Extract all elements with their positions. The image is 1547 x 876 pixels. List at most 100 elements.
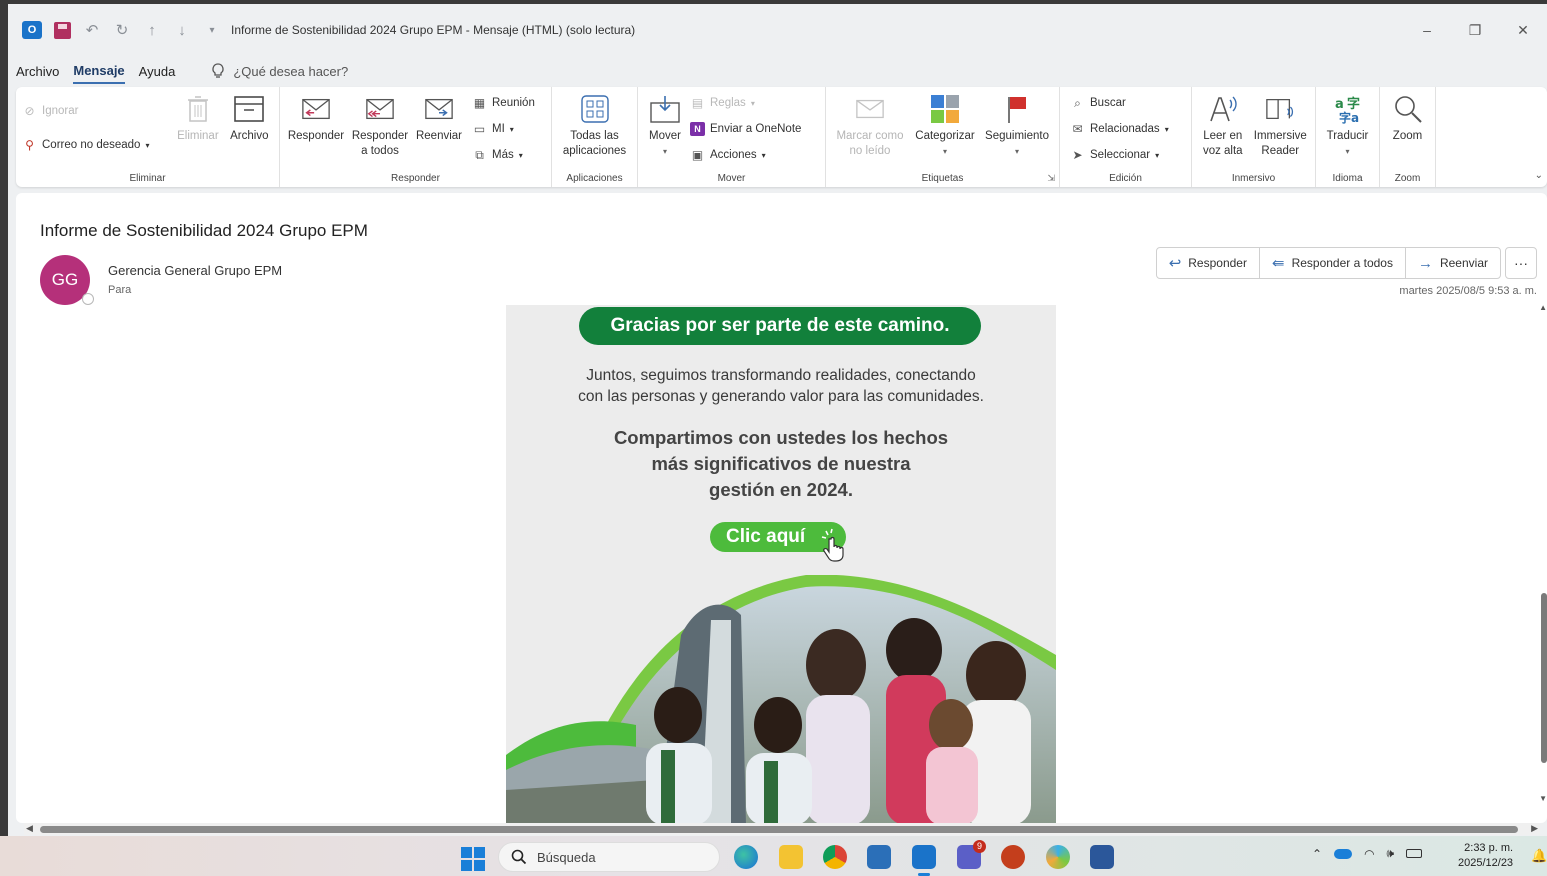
select-button[interactable]: ➤ Seleccionar ▾ (1070, 145, 1169, 165)
mark-unread-button[interactable]: Marcar como no leído (832, 91, 908, 169)
menu-mensaje[interactable]: Mensaje (73, 59, 125, 84)
onedrive-icon[interactable] (1334, 848, 1353, 859)
all-apps-button[interactable]: Todas las aplicaciones (558, 91, 631, 169)
scroll-right-icon[interactable]: ▶ (1531, 823, 1538, 834)
taskbar-search[interactable]: Búsqueda (498, 842, 720, 872)
reply-all-action-button[interactable]: ⇚ Responder a todos (1260, 248, 1406, 278)
horizontal-scroll-thumb[interactable] (40, 826, 1518, 833)
redo-icon[interactable]: ↻ (113, 21, 131, 39)
im-button[interactable]: ▭ MI ▾ (472, 119, 535, 139)
horizontal-scrollbar[interactable]: ◀ ▶ (24, 823, 1540, 835)
meeting-button[interactable]: ▦ Reunión (472, 93, 535, 113)
ribbon-collapse-icon[interactable]: ⌄ (1535, 170, 1543, 181)
menu-archivo[interactable]: Archivo (16, 60, 59, 83)
tell-me-label: ¿Qué desea hacer? (233, 63, 349, 79)
junk-button[interactable]: ⚲ Correo no deseado ▾ (22, 135, 170, 155)
tell-me-search[interactable]: ¿Qué desea hacer? (211, 63, 348, 79)
archive-button[interactable]: Archivo (226, 91, 273, 169)
scroll-up-icon[interactable]: ▲ (1539, 303, 1547, 312)
ignore-button[interactable]: ⊘ Ignorar (22, 101, 170, 121)
more-respond-button[interactable]: ⧉ Más ▾ (472, 145, 535, 165)
group-label-aplicaciones: Aplicaciones (566, 173, 623, 184)
ribbon-group-edicion: ⌕ Buscar ✉ Relacionadas ▾ ➤ Seleccionar … (1060, 87, 1192, 187)
mark-unread-label-2: no leído (849, 145, 891, 157)
immersive-reader-button[interactable]: Immersive Reader (1252, 91, 1309, 169)
chrome-icon[interactable] (823, 845, 847, 869)
windows-start-icon[interactable] (461, 847, 485, 871)
apps-grid-icon (580, 94, 610, 124)
ribbon-group-inmersivo: Leer en voz alta Immersive Reader Inmers… (1192, 87, 1316, 187)
file-explorer-icon[interactable] (779, 845, 803, 869)
rules-button[interactable]: ▤ Reglas ▾ (690, 93, 801, 113)
customize-toolbar-icon[interactable]: ▾ (203, 21, 221, 39)
teams-icon[interactable]: 9 (957, 840, 986, 869)
more-respond-label: Más (492, 149, 514, 161)
message-subject: Informe de Sostenibilidad 2024 Grupo EPM (40, 221, 368, 240)
vertical-scroll-thumb[interactable] (1541, 593, 1547, 763)
forward-button[interactable]: Reenviar (414, 91, 464, 169)
menu-ayuda[interactable]: Ayuda (139, 60, 176, 83)
scroll-left-icon[interactable]: ◀ (26, 823, 33, 834)
minimize-button[interactable]: – (1403, 22, 1451, 38)
read-aloud-label-2: voz alta (1202, 145, 1243, 157)
edge-icon[interactable] (734, 845, 758, 869)
move-button[interactable]: Mover ▾ (644, 91, 686, 169)
chevron-up-icon[interactable]: ⌃ (1312, 847, 1322, 861)
volume-icon[interactable]: 🕪 (1387, 846, 1395, 861)
search-icon (511, 849, 527, 865)
save-icon[interactable] (54, 21, 71, 39)
trash-icon (183, 94, 213, 124)
scroll-down-icon[interactable]: ▼ (1539, 794, 1547, 803)
archive-icon (234, 94, 265, 124)
chevron-down-icon: ▾ (750, 98, 755, 108)
forward-action-button[interactable]: → Reenviar (1406, 248, 1500, 278)
rules-label: Reglas (710, 97, 746, 109)
close-button[interactable]: ✕ (1499, 22, 1547, 39)
read-aloud-button[interactable]: Leer en voz alta (1198, 91, 1248, 169)
battery-icon[interactable] (1406, 849, 1423, 858)
reply-all-button[interactable]: Responder a todos (350, 91, 410, 169)
reply-button[interactable]: Responder (286, 91, 346, 169)
select-label: Seleccionar (1090, 149, 1151, 161)
send-to-onenote-button[interactable]: N Enviar a OneNote (690, 119, 801, 139)
notification-bell-icon[interactable]: 🔔 (1531, 848, 1547, 864)
copilot-icon[interactable] (1046, 845, 1070, 869)
group-label-inmersivo: Inmersivo (1231, 173, 1276, 184)
ignore-label: Ignorar (42, 105, 79, 117)
sender-name[interactable]: Gerencia General Grupo EPM (108, 263, 282, 278)
reply-icon: ↩ (1168, 255, 1182, 272)
next-item-icon[interactable]: ↓ (173, 21, 191, 39)
follow-up-button[interactable]: Seguimiento ▾ (982, 91, 1052, 169)
more-actions-button[interactable]: ··· (1505, 247, 1537, 279)
find-button[interactable]: ⌕ Buscar (1070, 93, 1169, 113)
reply-all-label-2: a todos (361, 145, 399, 157)
actions-button[interactable]: ▣ Acciones ▾ (690, 145, 801, 165)
word-icon[interactable] (1090, 845, 1114, 869)
teams-badge: 9 (973, 840, 986, 853)
forward-envelope-icon (424, 94, 454, 124)
reply-action-button[interactable]: ↩ Responder (1157, 248, 1260, 278)
powerpoint-icon[interactable] (1001, 845, 1025, 869)
immersive-reader-label-2: Reader (1261, 145, 1300, 157)
delete-button[interactable]: Eliminar (174, 91, 221, 169)
previous-item-icon[interactable]: ↑ (143, 21, 161, 39)
restore-button[interactable]: ❐ (1451, 22, 1499, 39)
undo-icon[interactable]: ↶ (83, 21, 101, 39)
outlook-icon[interactable] (912, 845, 936, 876)
taskbar-clock[interactable]: 2:33 p. m. 2025/12/23 (1458, 841, 1513, 871)
categorize-button[interactable]: Categorizar ▾ (912, 91, 978, 169)
ribbon-group-aplicaciones: Todas las aplicaciones Aplicaciones (552, 87, 638, 187)
ribbon-group-eliminar: ⊘ Ignorar ⚲ Correo no deseado ▾ Eliminar (16, 87, 280, 187)
store-icon[interactable] (867, 845, 891, 869)
read-aloud-label-1: Leer en (1203, 130, 1243, 142)
zoom-button[interactable]: Zoom (1386, 91, 1429, 169)
chevron-down-icon: ▾ (1164, 124, 1169, 134)
junk-label: Correo no deseado (42, 139, 141, 151)
im-label: MI (492, 123, 505, 135)
ribbon-group-idioma: a 字字a Traducir ▾ Idioma (1316, 87, 1380, 187)
vertical-scrollbar[interactable]: ▲ ▼ (1539, 303, 1547, 803)
translate-button[interactable]: a 字字a Traducir ▾ (1322, 91, 1373, 169)
dialog-launcher-icon[interactable]: ⇲ (1047, 173, 1055, 184)
wifi-icon[interactable]: ◠ (1364, 847, 1374, 861)
related-button[interactable]: ✉ Relacionadas ▾ (1070, 119, 1169, 139)
